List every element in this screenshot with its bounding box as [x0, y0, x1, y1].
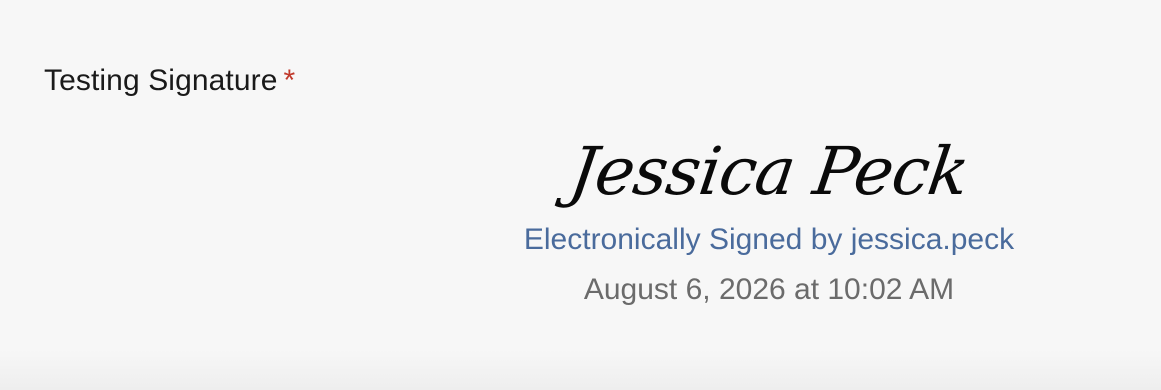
required-indicator: * [283, 64, 296, 97]
signature-display: Jessica Peck Electronically Signed by je… [430, 128, 1108, 310]
signature-image: Jessica Peck [565, 133, 974, 210]
field-label-text: Testing Signature [44, 64, 278, 97]
signed-by-text: Electronically Signed by jessica.peck [523, 223, 1015, 256]
signed-date: August 6, 2026 at 10:02 AM [583, 273, 955, 306]
field-label: Testing Signature * [44, 64, 295, 98]
bottom-divider-shadow [0, 350, 1161, 390]
signature-field: Testing Signature * Jessica Peck Electron… [0, 0, 1161, 390]
